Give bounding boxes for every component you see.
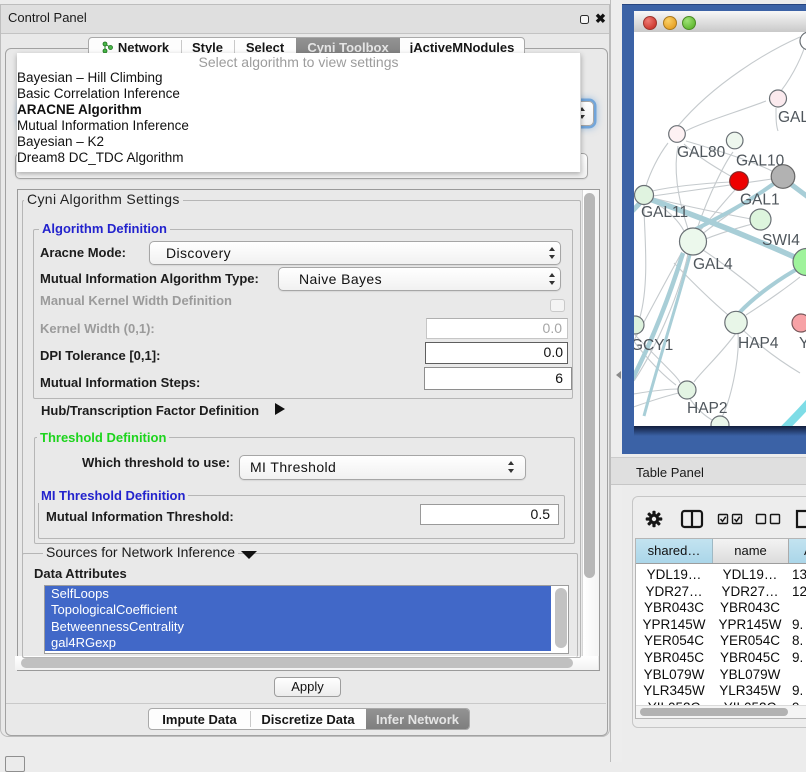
svg-text:GAL7: GAL7 [778,109,806,126]
svg-text:GCY1: GCY1 [634,337,673,354]
svg-text:GAL11: GAL11 [641,204,688,221]
svg-text:Y: Y [799,335,806,352]
svg-text:GAL10: GAL10 [736,153,785,170]
svg-text:GAL4: GAL4 [693,256,733,273]
svg-text:GAL80: GAL80 [677,144,726,161]
svg-text:HAP2: HAP2 [687,400,728,417]
svg-text:SWI4: SWI4 [762,232,800,249]
svg-text:HAP4: HAP4 [738,335,779,352]
svg-text:GAL1: GAL1 [740,192,780,209]
